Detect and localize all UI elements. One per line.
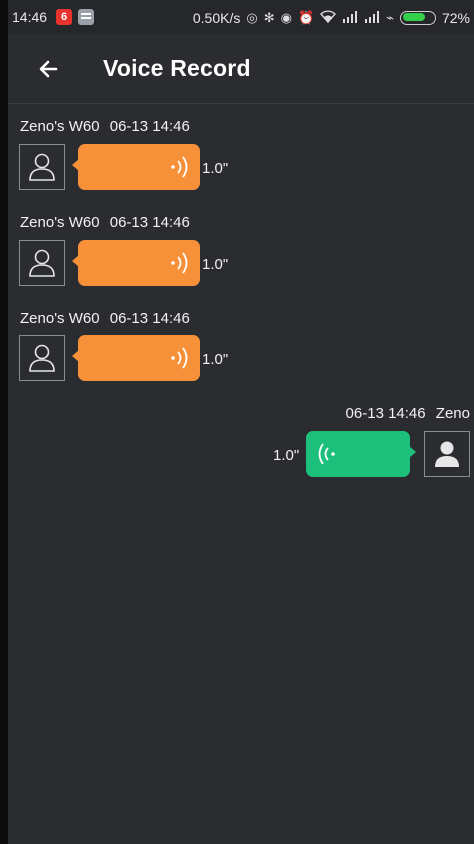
message-header: Zeno's W60 06-13 14:46 [20, 310, 190, 327]
user-avatar-icon[interactable] [19, 335, 65, 381]
sender-name: Zeno's W60 [20, 214, 100, 231]
user-avatar-icon[interactable] [424, 431, 470, 477]
voice-duration: 1.0" [273, 447, 300, 464]
sender-name: Zeno [435, 405, 470, 422]
voice-message-bubble[interactable] [72, 144, 200, 190]
message-header: 06-13 14:46 Zeno [346, 405, 470, 422]
voice-wave-icon [171, 347, 188, 369]
status-time: 14:46 [12, 9, 48, 25]
voice-message-bubble[interactable] [306, 431, 416, 477]
message-header: Zeno's W60 06-13 14:46 [20, 118, 190, 135]
bubble-tail [72, 350, 79, 362]
voice-duration: 1.0" [202, 351, 229, 368]
voice-wave-icon [318, 443, 335, 465]
app-screen: 14:46 6 0.50K/s ◎ ✻ ◉ ⏰ ⌁ 72% Voice Reco… [8, 0, 474, 844]
user-avatar-icon[interactable] [19, 240, 65, 286]
bubble-tail [72, 159, 79, 171]
message-timestamp: 06-13 14:46 [109, 310, 190, 327]
voice-wave-icon [171, 252, 188, 274]
voice-wave-icon [171, 156, 188, 178]
battery-fill [402, 13, 425, 21]
signal-icon-1 [342, 10, 358, 26]
network-speed: 0.50K/s [192, 9, 241, 26]
voice-message-bubble[interactable] [72, 335, 200, 381]
voice-duration: 1.0" [202, 160, 229, 177]
message-timestamp: 06-13 14:46 [109, 214, 190, 231]
wifi-icon [320, 9, 337, 26]
alarm-icon: ⏰ [297, 9, 315, 25]
status-indicators: 0.50K/s ◎ ✻ ◉ ⏰ ⌁ 72% [193, 9, 470, 26]
bluetooth-icon: ✻ [263, 9, 275, 25]
sender-name: Zeno's W60 [20, 310, 100, 327]
battery-percent: 72% [441, 9, 470, 26]
sender-name: Zeno's W60 [20, 118, 100, 135]
status-bar: 14:46 6 0.50K/s ◎ ✻ ◉ ⏰ ⌁ 72% [8, 0, 474, 34]
message-header: Zeno's W60 06-13 14:46 [20, 214, 190, 231]
message-timestamp: 06-13 14:46 [109, 118, 190, 135]
back-arrow-icon[interactable] [34, 54, 64, 84]
app-toolbar: Voice Record [8, 34, 474, 104]
voice-message-bubble[interactable] [72, 240, 200, 286]
bubble-tail [409, 446, 416, 458]
eye-icon: ◉ [280, 9, 292, 25]
bubble-tail [72, 255, 79, 267]
netease-app-icon: 6 [56, 9, 72, 25]
charging-icon: ⌁ [386, 9, 394, 25]
user-avatar-icon[interactable] [19, 144, 65, 190]
message-timestamp: 06-13 14:46 [345, 405, 426, 422]
hotspot-icon: ◎ [246, 9, 258, 25]
voice-duration: 1.0" [202, 256, 229, 273]
signal-icon-2 [364, 10, 380, 26]
page-title: Voice Record [103, 55, 251, 81]
battery-icon [399, 10, 436, 25]
notes-app-icon [78, 9, 94, 25]
